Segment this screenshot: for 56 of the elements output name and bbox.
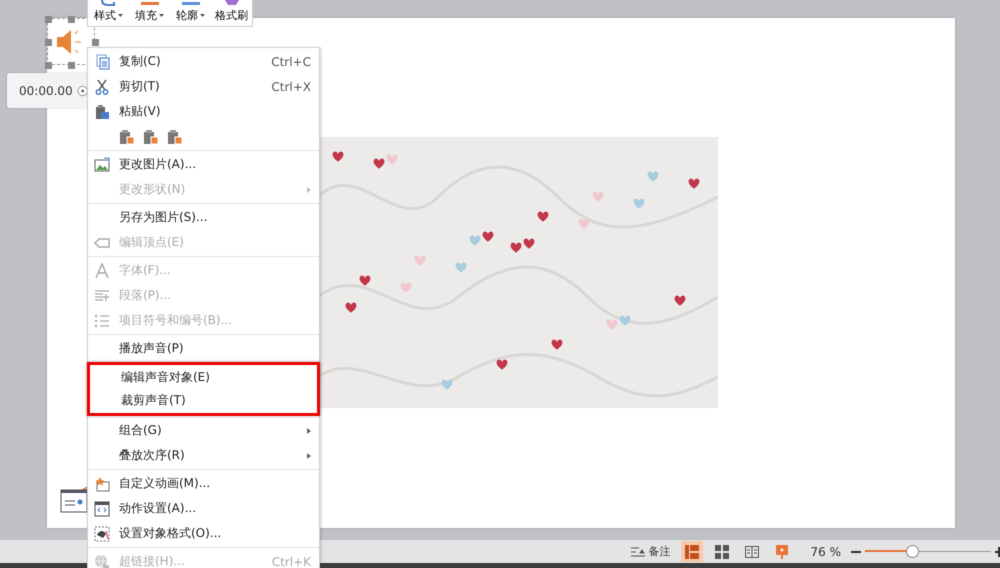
font-icon [94,262,110,278]
submenu-arrow-icon [307,452,311,458]
menu-item[interactable]: 叠放次序(R) [88,443,319,468]
slideshow-icon [774,544,788,558]
notes-icon [630,546,644,556]
copy-icon [94,54,110,70]
menu-item[interactable]: 编辑声音对象(E) [90,366,317,389]
scissors-icon [94,78,110,94]
resize-handle[interactable] [68,62,75,69]
star-icon [94,476,110,492]
toolbar-button[interactable]: 格式刷 [211,0,252,26]
menu-item[interactable]: 播放声音(P) [88,336,319,361]
resize-handle[interactable] [68,16,75,23]
resize-handle[interactable] [45,16,52,23]
menu-item[interactable]: 另存为图片(S)... [88,205,319,230]
playhead-icon[interactable] [76,84,88,96]
slider-thumb[interactable] [906,545,919,558]
action-icon [94,500,110,516]
notes-button[interactable]: 备注 [630,544,670,559]
toolbar-button[interactable]: 样式 [88,0,129,26]
paste-option-icon[interactable] [167,128,183,144]
normal-view-icon [684,544,698,558]
view-button[interactable] [680,541,702,562]
paragraph-icon [94,288,110,304]
menu-item[interactable]: 裁剪声音(T) [90,389,317,412]
submenu-arrow-icon [307,186,311,192]
zoom-slider[interactable] [865,545,991,558]
paste-option-icon[interactable] [119,128,135,144]
zoom-level: 76 % [810,544,841,558]
brush-icon [222,0,240,6]
playback-time: 00:00.00 [19,84,73,98]
zoom-in-icon[interactable] [995,546,1000,556]
resize-handle[interactable] [92,39,99,46]
menu-item[interactable]: 动作设置(A)... [88,496,319,521]
grid-view-icon [714,544,728,558]
fill-color-icon [140,0,158,6]
toolbar-button[interactable]: 填充 [129,0,170,26]
list-icon [94,312,110,328]
paste-option-icon[interactable] [143,128,159,144]
toolbar-button[interactable]: 轮廓 [170,0,211,26]
menu-item[interactable]: 设置对象格式(O)... [88,521,319,546]
format-object-icon [94,526,110,542]
outline-color-icon [182,0,200,6]
resize-handle[interactable] [45,39,52,46]
image-icon [94,156,110,172]
menu-item[interactable]: 剪切(T) Ctrl+X [88,74,319,99]
shape-style-icon [100,0,118,6]
menu-item[interactable]: 复制(C) Ctrl+C [88,49,319,74]
menu-item[interactable]: 组合(G) [88,418,319,443]
reading-view-icon [744,544,758,558]
submenu-arrow-icon [307,428,311,434]
menu-item[interactable]: 自定义动画(M)... [88,471,319,496]
menu-item[interactable]: 粘贴(V) [88,99,319,124]
clipboard-icon [94,104,110,120]
menu-item[interactable]: 更改图片(A)... [88,152,319,177]
resize-handle[interactable] [45,62,52,69]
